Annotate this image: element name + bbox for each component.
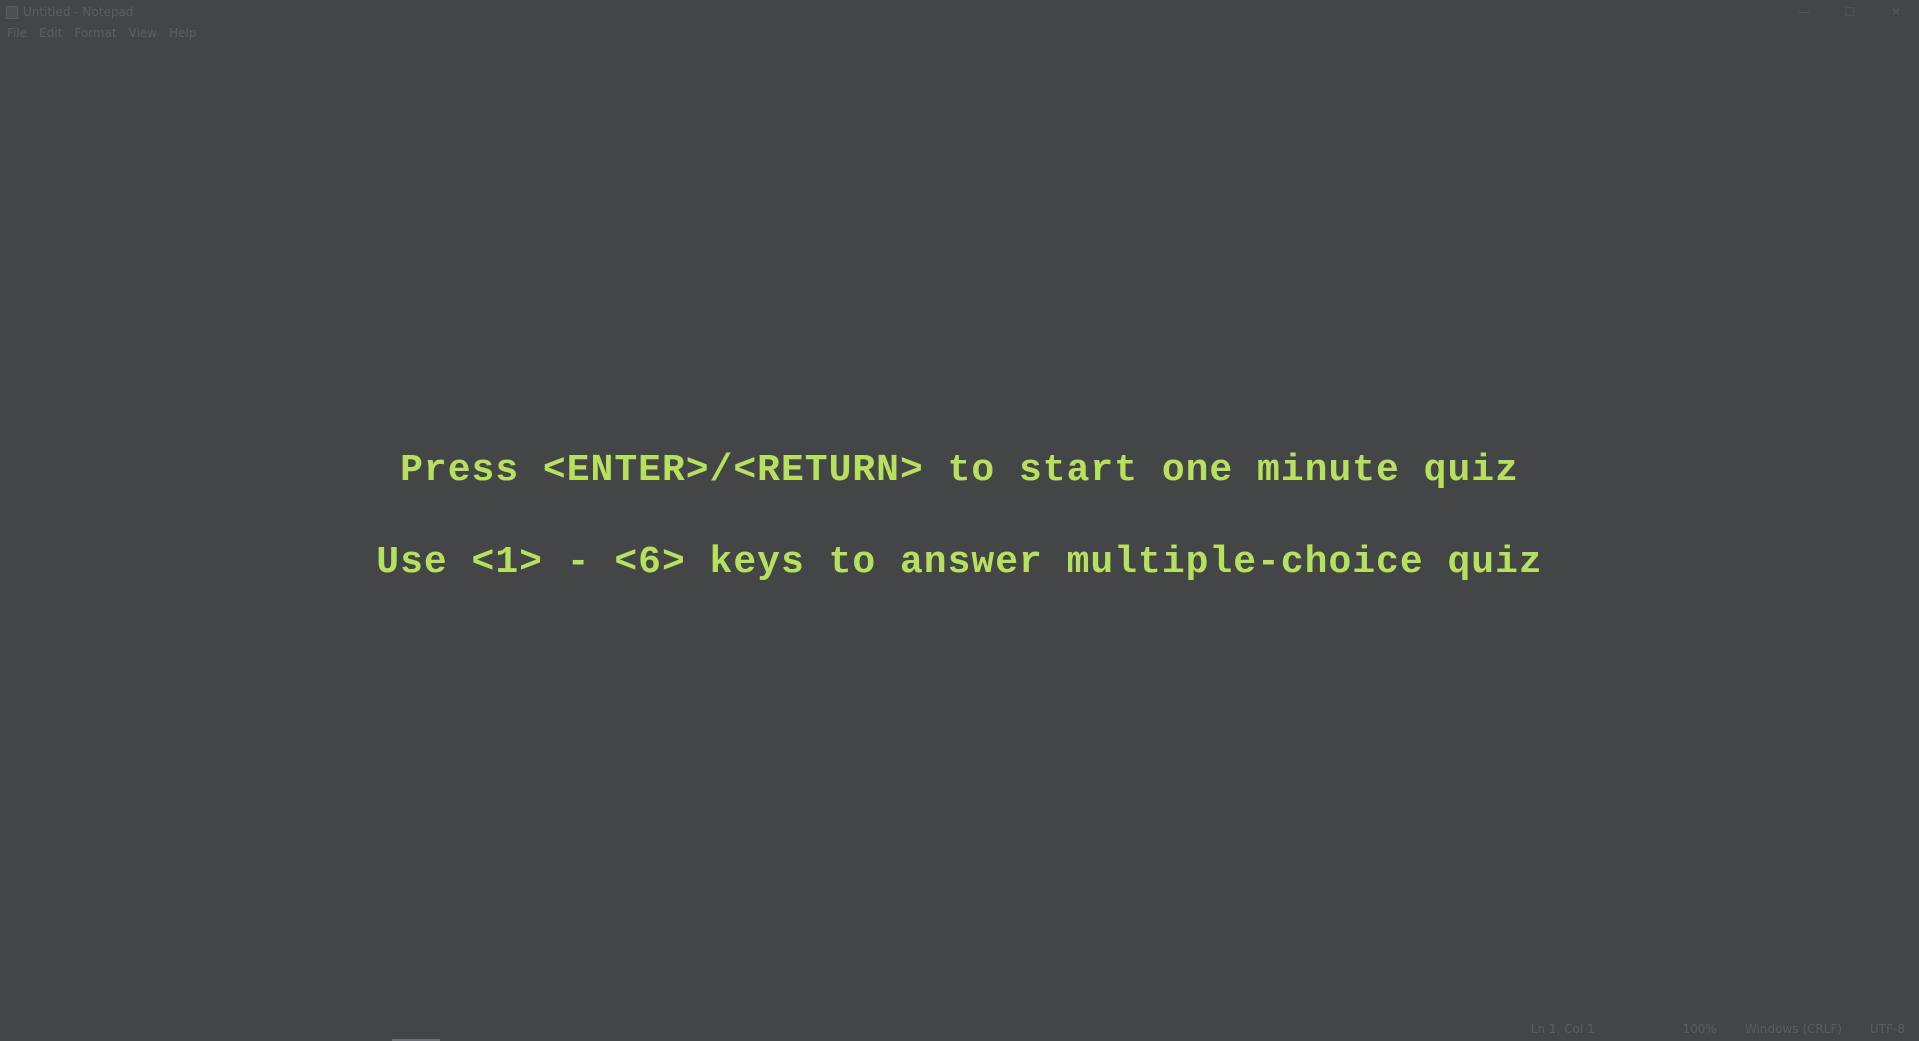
status-bar: Ln 1, Col 1 100% Windows (CRLF) UTF-8 [0, 1017, 1919, 1041]
menu-format[interactable]: Format [74, 26, 116, 40]
maximize-icon: ☐ [1844, 5, 1856, 19]
notepad-window: Untitled - Notepad — ☐ ✕ File Edit Forma… [0, 0, 1919, 1041]
encoding: UTF-8 [1870, 1022, 1905, 1036]
menu-edit[interactable]: Edit [39, 26, 62, 40]
menu-help[interactable]: Help [169, 26, 196, 40]
notepad-icon [6, 5, 18, 19]
editor-line-answer-instruction: Use <1> - <6> keys to answer multiple-ch… [376, 541, 1543, 584]
zoom-level: 100% [1682, 1022, 1717, 1036]
close-icon: ✕ [1890, 5, 1902, 19]
line-ending: Windows (CRLF) [1744, 1022, 1843, 1036]
window-controls: — ☐ ✕ [1781, 0, 1919, 24]
menu-file[interactable]: File [7, 26, 27, 40]
cursor-position: Ln 1, Col 1 [1530, 1022, 1595, 1036]
editor-line-start-instruction: Press <ENTER>/<RETURN> to start one minu… [400, 449, 1519, 492]
maximize-button[interactable]: ☐ [1827, 0, 1873, 24]
text-editor-area[interactable]: Press <ENTER>/<RETURN> to start one minu… [0, 44, 1919, 1004]
menu-view[interactable]: View [129, 26, 157, 40]
minimize-button[interactable]: — [1781, 0, 1827, 24]
minimize-icon: — [1798, 5, 1810, 19]
menu-bar: File Edit Format View Help [0, 24, 208, 42]
title-bar[interactable]: Untitled - Notepad — ☐ ✕ [0, 0, 1919, 24]
resize-grip-icon[interactable] [1909, 1007, 1917, 1015]
window-title: Untitled - Notepad [23, 5, 134, 19]
close-button[interactable]: ✕ [1873, 0, 1919, 24]
